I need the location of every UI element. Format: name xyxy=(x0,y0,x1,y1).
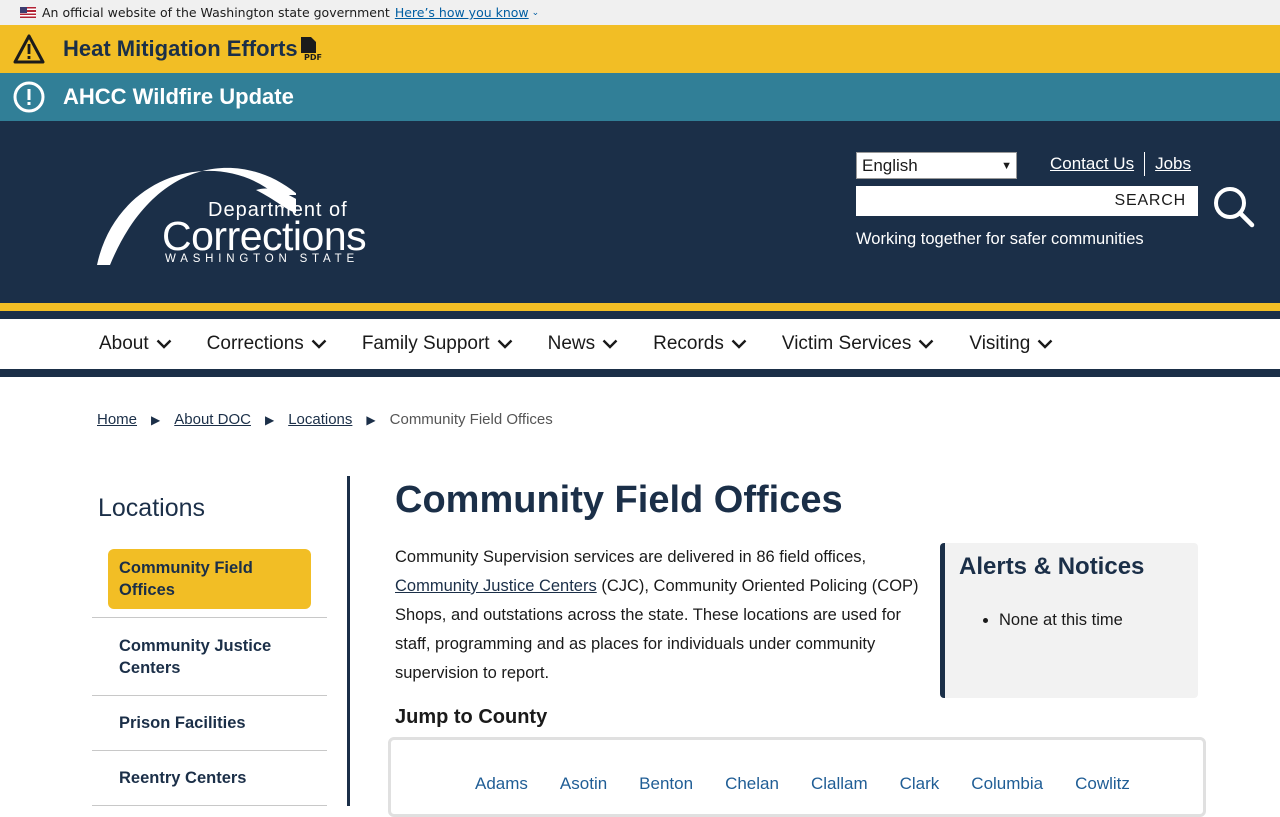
search-button[interactable]: SEARCH xyxy=(1115,192,1186,210)
breadcrumb-locations[interactable]: Locations xyxy=(288,411,352,428)
us-flag-icon xyxy=(20,7,36,18)
alert-heat-mitigation[interactable]: Heat Mitigation Efforts PDF xyxy=(0,25,1280,73)
warning-triangle-icon xyxy=(12,32,46,66)
intro-text-pre: Community Supervision services are deliv… xyxy=(395,548,867,566)
contact-us-link[interactable]: Contact Us xyxy=(1050,154,1134,174)
county-link-adams[interactable]: Adams xyxy=(475,774,528,794)
language-value: English xyxy=(862,155,918,175)
nav-visiting[interactable]: Visiting xyxy=(969,333,1053,355)
sidebar-item-community-justice-centers[interactable]: Community Justice Centers xyxy=(92,618,327,696)
alerts-notices-box: Alerts & Notices None at this time xyxy=(940,543,1198,698)
stripe-gold xyxy=(0,303,1280,311)
chevron-right-icon: ▶ xyxy=(264,412,275,427)
chevron-down-icon xyxy=(1037,339,1053,349)
sidebar-item-reentry-centers[interactable]: Reentry Centers xyxy=(92,751,327,806)
chevron-down-icon: ▼ xyxy=(1001,159,1012,172)
chevron-down-icon xyxy=(919,339,934,349)
chevron-down-icon xyxy=(311,339,327,349)
logo-line3: WASHINGTON STATE xyxy=(165,253,359,265)
county-list-box: Adams Asotin Benton Chelan Clallam Clark… xyxy=(388,737,1206,817)
nav-label: About xyxy=(99,333,149,354)
county-link-asotin[interactable]: Asotin xyxy=(560,774,607,794)
gov-banner-text: An official website of the Washington st… xyxy=(42,5,390,20)
alert-wildfire-update[interactable]: AHCC Wildfire Update xyxy=(0,73,1280,121)
chevron-down-icon xyxy=(731,339,747,349)
header-links: Contact Us Jobs xyxy=(1050,152,1191,176)
nav-label: Records xyxy=(653,333,724,354)
nav-news[interactable]: News xyxy=(548,333,619,355)
nav-label: Family Support xyxy=(361,333,490,354)
alert-title: AHCC Wildfire Update xyxy=(63,84,294,109)
nav-family-support[interactable]: Family Support xyxy=(362,333,513,355)
exclamation-circle-icon xyxy=(12,80,46,114)
alerts-title: Alerts & Notices xyxy=(959,553,1145,580)
nav-records[interactable]: Records xyxy=(653,333,747,355)
sidebar-item-prison-facilities[interactable]: Prison Facilities xyxy=(92,696,327,751)
county-list: Adams Asotin Benton Chelan Clallam Clark… xyxy=(475,774,1162,794)
nav-victim-services[interactable]: Victim Services xyxy=(782,333,935,355)
breadcrumb: Home ▶ About DOC ▶ Locations ▶ Community… xyxy=(97,411,553,428)
sidebar-item-community-field-offices[interactable]: Community Field Offices xyxy=(108,549,311,609)
jump-to-county-title: Jump to County xyxy=(395,706,548,728)
county-link-cowlitz[interactable]: Cowlitz xyxy=(1075,774,1130,794)
stripe-navy xyxy=(0,311,1280,319)
sidebar-nav: Community Field Offices Community Justic… xyxy=(92,548,327,806)
alerts-list: None at this time xyxy=(999,611,1184,630)
county-link-chelan[interactable]: Chelan xyxy=(725,774,779,794)
breadcrumb-current: Community Field Offices xyxy=(389,411,553,428)
link-divider xyxy=(1144,152,1146,176)
main-nav: About Corrections Family Support News Re… xyxy=(0,319,1280,377)
page-title: Community Field Offices xyxy=(395,479,843,521)
gov-banner: An official website of the Washington st… xyxy=(0,0,1280,25)
county-link-clallam[interactable]: Clallam xyxy=(811,774,868,794)
jobs-link[interactable]: Jobs xyxy=(1155,154,1191,174)
tagline: Working together for safer communities xyxy=(856,230,1144,248)
intro-paragraph: Community Supervision services are deliv… xyxy=(395,543,930,688)
sidebar-title: Locations xyxy=(98,494,206,522)
list-item: None at this time xyxy=(999,611,1184,630)
site-header: Department of Corrections WASHINGTON STA… xyxy=(0,121,1280,303)
county-link-columbia[interactable]: Columbia xyxy=(971,774,1043,794)
alert-title: Heat Mitigation Efforts xyxy=(63,36,298,61)
nav-corrections[interactable]: Corrections xyxy=(207,333,327,355)
search-input[interactable]: SEARCH xyxy=(856,186,1198,216)
chevron-down-icon xyxy=(602,339,618,349)
breadcrumb-home[interactable]: Home xyxy=(97,411,137,428)
county-link-clark[interactable]: Clark xyxy=(900,774,940,794)
svg-text:PDF: PDF xyxy=(304,53,322,62)
nav-label: Corrections xyxy=(206,333,304,354)
chevron-down-icon xyxy=(497,339,512,349)
chevron-right-icon: ▶ xyxy=(366,412,376,427)
chevron-down-icon xyxy=(156,339,172,349)
chevron-down-icon[interactable]: ⌄ xyxy=(532,8,540,18)
chevron-right-icon: ▶ xyxy=(151,412,161,427)
nav-about[interactable]: About xyxy=(99,333,172,355)
nav-label: News xyxy=(547,333,596,354)
language-select[interactable]: English ▼ xyxy=(856,152,1017,179)
doc-logo[interactable]: Department of Corrections WASHINGTON STA… xyxy=(96,155,376,267)
breadcrumb-about-doc[interactable]: About DOC xyxy=(174,411,251,428)
nav-label: Visiting xyxy=(969,333,1031,354)
pdf-icon: PDF xyxy=(299,36,323,62)
search-icon[interactable] xyxy=(1212,185,1256,229)
nav-label: Victim Services xyxy=(781,333,912,354)
gov-banner-link[interactable]: Here’s how you know xyxy=(395,5,529,20)
community-justice-centers-link[interactable]: Community Justice Centers xyxy=(395,577,597,595)
sidebar-vertical-divider xyxy=(347,476,350,806)
county-link-benton[interactable]: Benton xyxy=(639,774,693,794)
